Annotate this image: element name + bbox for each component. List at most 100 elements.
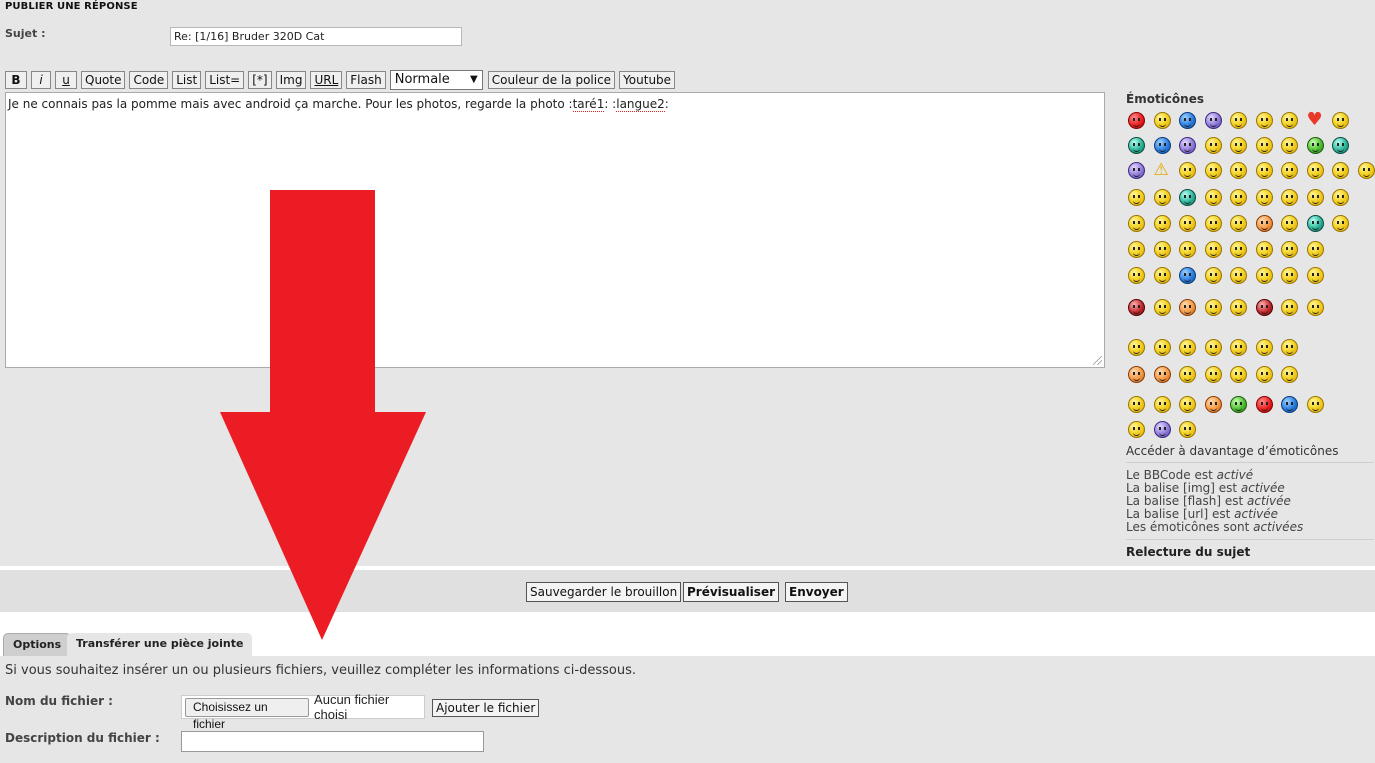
smiley-icon[interactable] [1153, 366, 1171, 383]
more-smilies-link[interactable]: Accéder à davantage d’émoticônes [1126, 444, 1338, 458]
smiley-icon[interactable] [1153, 112, 1171, 129]
list-button[interactable]: List [172, 70, 202, 89]
smiley-icon[interactable] [1307, 109, 1324, 130]
smiley-icon[interactable] [1204, 189, 1222, 206]
smiley-icon[interactable] [1153, 137, 1171, 154]
smiley-icon[interactable] [1255, 241, 1273, 258]
list-item-button[interactable]: [*] [248, 70, 272, 89]
smiley-icon[interactable] [1179, 421, 1196, 438]
smiley-icon[interactable] [1281, 267, 1298, 284]
smiley-icon[interactable] [1230, 215, 1247, 232]
smiley-icon[interactable] [1255, 162, 1273, 179]
smiley-icon[interactable] [1153, 396, 1171, 413]
smiley-icon[interactable] [1255, 215, 1273, 232]
smiley-icon[interactable] [1204, 299, 1222, 316]
smiley-icon[interactable] [1255, 267, 1273, 284]
smiley-icon[interactable] [1281, 366, 1298, 383]
smiley-icon[interactable] [1255, 299, 1273, 316]
save-draft-button[interactable]: Sauvegarder le brouillon [526, 582, 682, 602]
smiley-icon[interactable] [1306, 241, 1324, 258]
font-size-select[interactable]: Normale ▼ [389, 69, 483, 90]
smiley-icon[interactable] [1332, 112, 1349, 129]
smiley-icon[interactable] [1128, 189, 1145, 206]
smiley-icon[interactable] [1128, 366, 1145, 383]
smiley-icon[interactable] [1128, 299, 1145, 316]
smiley-icon[interactable] [1306, 299, 1324, 316]
smiley-icon[interactable] [1154, 160, 1171, 180]
quote-button[interactable]: Quote [81, 70, 126, 89]
smiley-icon[interactable] [1281, 241, 1298, 258]
smiley-icon[interactable] [1204, 215, 1222, 232]
smiley-icon[interactable] [1128, 267, 1145, 284]
smiley-icon[interactable] [1179, 366, 1196, 383]
smiley-icon[interactable] [1255, 366, 1273, 383]
smiley-icon[interactable] [1179, 189, 1196, 206]
smiley-icon[interactable] [1230, 339, 1247, 356]
smiley-icon[interactable] [1179, 112, 1196, 129]
smiley-icon[interactable] [1128, 162, 1145, 179]
smiley-icon[interactable] [1230, 396, 1247, 413]
smiley-icon[interactable] [1179, 396, 1196, 413]
smiley-icon[interactable] [1230, 112, 1247, 129]
smiley-icon[interactable] [1281, 162, 1298, 179]
smiley-icon[interactable] [1306, 396, 1324, 413]
smiley-icon[interactable] [1128, 215, 1145, 232]
smiley-icon[interactable] [1281, 215, 1298, 232]
smiley-icon[interactable] [1255, 189, 1273, 206]
italic-button[interactable]: i [31, 70, 51, 89]
smiley-icon[interactable] [1332, 162, 1349, 179]
code-button[interactable]: Code [129, 70, 169, 89]
choose-file-button[interactable]: Choisissez un fichier [185, 697, 310, 731]
smiley-icon[interactable] [1204, 366, 1222, 383]
smiley-icon[interactable] [1255, 396, 1273, 413]
flash-button[interactable]: Flash [346, 70, 386, 89]
smiley-icon[interactable] [1153, 215, 1171, 232]
smiley-icon[interactable] [1128, 241, 1145, 258]
smiley-icon[interactable] [1179, 241, 1196, 258]
smiley-icon[interactable] [1255, 339, 1273, 356]
smiley-icon[interactable] [1306, 267, 1324, 284]
smiley-icon[interactable] [1179, 299, 1196, 316]
smiley-icon[interactable] [1128, 421, 1145, 438]
smiley-icon[interactable] [1332, 189, 1349, 206]
smiley-icon[interactable] [1306, 162, 1324, 179]
tab-options[interactable]: Options [3, 633, 72, 657]
smiley-icon[interactable] [1128, 137, 1145, 154]
img-button[interactable]: Img [275, 70, 307, 89]
smiley-icon[interactable] [1230, 267, 1247, 284]
smiley-icon[interactable] [1179, 137, 1196, 154]
smiley-icon[interactable] [1204, 137, 1222, 154]
smiley-icon[interactable] [1306, 137, 1324, 154]
bold-button[interactable]: B [5, 70, 27, 89]
smiley-icon[interactable] [1179, 267, 1196, 284]
description-input[interactable] [181, 731, 484, 752]
smiley-icon[interactable] [1128, 396, 1145, 413]
underline-button[interactable]: u [55, 70, 77, 89]
submit-button[interactable]: Envoyer [785, 582, 848, 602]
smiley-icon[interactable] [1204, 396, 1222, 413]
smiley-icon[interactable] [1281, 396, 1298, 413]
smiley-icon[interactable] [1204, 339, 1222, 356]
smiley-icon[interactable] [1281, 339, 1298, 356]
smiley-icon[interactable] [1153, 339, 1171, 356]
font-color-button[interactable]: Couleur de la police [487, 70, 616, 89]
smiley-icon[interactable] [1204, 241, 1222, 258]
smiley-icon[interactable] [1153, 189, 1171, 206]
smiley-icon[interactable] [1153, 267, 1171, 284]
smiley-icon[interactable] [1153, 299, 1171, 316]
smiley-icon[interactable] [1281, 189, 1298, 206]
add-file-button[interactable]: Ajouter le fichier [432, 699, 540, 717]
smiley-icon[interactable] [1306, 215, 1324, 232]
subject-input[interactable]: Re: [1/16] Bruder 320D Cat [170, 27, 462, 46]
youtube-button[interactable]: Youtube [619, 70, 676, 89]
smiley-icon[interactable] [1179, 215, 1196, 232]
smiley-icon[interactable] [1179, 339, 1196, 356]
preview-button[interactable]: Prévisualiser [683, 582, 779, 602]
smiley-icon[interactable] [1230, 241, 1247, 258]
smiley-icon[interactable] [1153, 241, 1171, 258]
url-button[interactable]: URL [310, 70, 343, 89]
smiley-icon[interactable] [1128, 339, 1145, 356]
resize-handle-icon[interactable] [1093, 356, 1102, 365]
smiley-icon[interactable] [1357, 162, 1375, 179]
smiley-icon[interactable] [1306, 189, 1324, 206]
